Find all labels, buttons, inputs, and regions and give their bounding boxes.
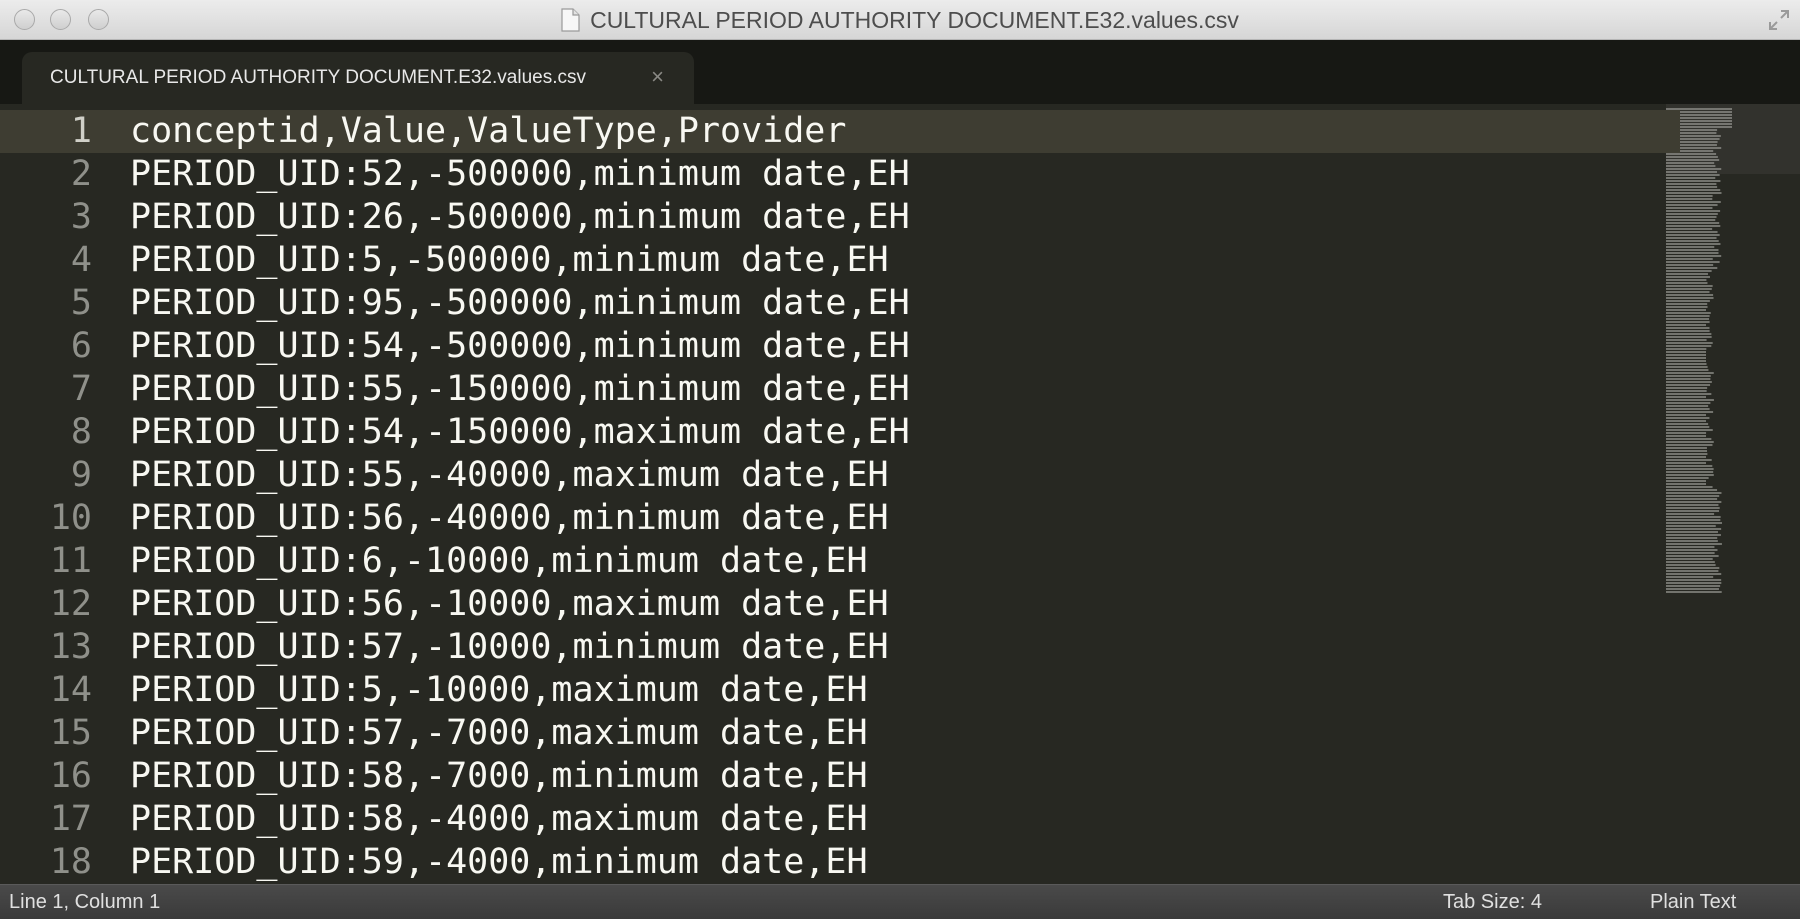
line-number: 9 — [70, 455, 92, 495]
line-number: 10 — [49, 498, 92, 538]
line-number: 14 — [49, 670, 92, 710]
title-bar[interactable]: CULTURAL PERIOD AUTHORITY DOCUMENT.E32.v… — [0, 0, 1800, 40]
line-number: 7 — [70, 369, 92, 409]
fullscreen-icon[interactable] — [1768, 9, 1790, 31]
line-number: 5 — [70, 283, 92, 323]
line-text: PERIOD_UID:56,-40000,minimum date,EH — [130, 498, 889, 538]
line-text: PERIOD_UID:59,-4000,minimum date,EH — [130, 842, 868, 882]
code-line[interactable]: 6 PERIOD_UID:54,-500000,minimum date,EH — [0, 325, 1800, 368]
line-number: 16 — [49, 756, 92, 796]
code-line[interactable]: 1 conceptid,Value,ValueType,Provider — [0, 110, 1680, 153]
line-number: 17 — [49, 799, 92, 839]
code-line[interactable]: 17 PERIOD_UID:58,-4000,maximum date,EH — [0, 798, 1800, 841]
line-number: 8 — [70, 412, 92, 452]
tab-size-selector[interactable]: Tab Size: 4 — [1443, 891, 1542, 914]
line-text: PERIOD_UID:55,-150000,minimum date,EH — [130, 369, 910, 409]
line-text: PERIOD_UID:57,-7000,maximum date,EH — [130, 713, 868, 753]
line-number: 13 — [49, 627, 92, 667]
line-text: PERIOD_UID:52,-500000,minimum date,EH — [130, 154, 910, 194]
code-line[interactable]: 2 PERIOD_UID:52,-500000,minimum date,EH — [0, 153, 1800, 196]
tab-close-icon[interactable]: × — [651, 66, 664, 88]
line-text: PERIOD_UID:54,-500000,minimum date,EH — [130, 326, 910, 366]
window-title: CULTURAL PERIOD AUTHORITY DOCUMENT.E32.v… — [590, 6, 1239, 33]
line-text: PERIOD_UID:56,-10000,maximum date,EH — [130, 584, 889, 624]
line-number: 3 — [70, 197, 92, 237]
line-number: 1 — [70, 111, 92, 151]
code-line[interactable]: 9 PERIOD_UID:55,-40000,maximum date,EH — [0, 454, 1800, 497]
code-line[interactable]: 14 PERIOD_UID:5,-10000,maximum date,EH — [0, 669, 1800, 712]
line-text: PERIOD_UID:5,-10000,maximum date,EH — [130, 670, 868, 710]
text-editor[interactable]: 1 conceptid,Value,ValueType,Provider 2 PERI… — [0, 104, 1800, 884]
line-text: PERIOD_UID:55,-40000,maximum date,EH — [130, 455, 889, 495]
code-line[interactable]: 10 PERIOD_UID:56,-40000,minimum date,EH — [0, 497, 1800, 540]
line-text: PERIOD_UID:54,-150000,maximum date,EH — [130, 412, 910, 452]
line-text: PERIOD_UID:57,-10000,minimum date,EH — [130, 627, 889, 667]
cursor-position: Line 1, Column 1 — [9, 891, 161, 913]
code-line[interactable]: 7 PERIOD_UID:55,-150000,minimum date,EH — [0, 368, 1800, 411]
line-text: conceptid,Value,ValueType,Provider — [130, 111, 847, 151]
tab-label: CULTURAL PERIOD AUTHORITY DOCUMENT.E32.v… — [50, 67, 586, 88]
code-line[interactable]: 4 PERIOD_UID:5,-500000,minimum date,EH — [0, 239, 1800, 282]
code-line[interactable]: 8 PERIOD_UID:54,-150000,maximum date,EH — [0, 411, 1800, 454]
line-text: PERIOD_UID:58,-4000,maximum date,EH — [130, 799, 868, 839]
line-number: 18 — [49, 842, 92, 882]
tab-file[interactable]: CULTURAL PERIOD AUTHORITY DOCUMENT.E32.v… — [22, 52, 694, 104]
line-text: PERIOD_UID:95,-500000,minimum date,EH — [130, 283, 910, 323]
code-line[interactable]: 5 PERIOD_UID:95,-500000,minimum date,EH — [0, 282, 1800, 325]
line-number: 6 — [70, 326, 92, 366]
code-line[interactable]: 11 PERIOD_UID:6,-10000,minimum date,EH — [0, 540, 1800, 583]
status-bar: Line 1, Column 1 Tab Size: 4 Plain Text — [0, 884, 1800, 919]
line-text: PERIOD_UID:58,-7000,minimum date,EH — [130, 756, 868, 796]
line-number: 4 — [70, 240, 92, 280]
line-number: 12 — [49, 584, 92, 624]
code-line[interactable]: 3 PERIOD_UID:26,-500000,minimum date,EH — [0, 196, 1800, 239]
syntax-selector[interactable]: Plain Text — [1650, 891, 1736, 914]
code-line[interactable]: 12 PERIOD_UID:56,-10000,maximum date,EH — [0, 583, 1800, 626]
line-number: 11 — [49, 541, 92, 581]
editor-window: CULTURAL PERIOD AUTHORITY DOCUMENT.E32.v… — [0, 0, 1800, 919]
line-text: PERIOD_UID:5,-500000,minimum date,EH — [130, 240, 889, 280]
document-icon — [561, 8, 580, 32]
line-text: PERIOD_UID:6,-10000,minimum date,EH — [130, 541, 868, 581]
line-text: PERIOD_UID:26,-500000,minimum date,EH — [130, 197, 910, 237]
tab-bar: CULTURAL PERIOD AUTHORITY DOCUMENT.E32.v… — [0, 40, 1800, 104]
code-line[interactable]: 16 PERIOD_UID:58,-7000,minimum date,EH — [0, 755, 1800, 798]
code-line[interactable]: 13 PERIOD_UID:57,-10000,minimum date,EH — [0, 626, 1800, 669]
code-line[interactable]: 18 PERIOD_UID:59,-4000,minimum date,EH — [0, 841, 1800, 884]
line-number: 2 — [70, 154, 92, 194]
line-number: 15 — [49, 713, 92, 753]
code-line[interactable]: 15 PERIOD_UID:57,-7000,maximum date,EH — [0, 712, 1800, 755]
window-title-group: CULTURAL PERIOD AUTHORITY DOCUMENT.E32.v… — [0, 0, 1800, 40]
